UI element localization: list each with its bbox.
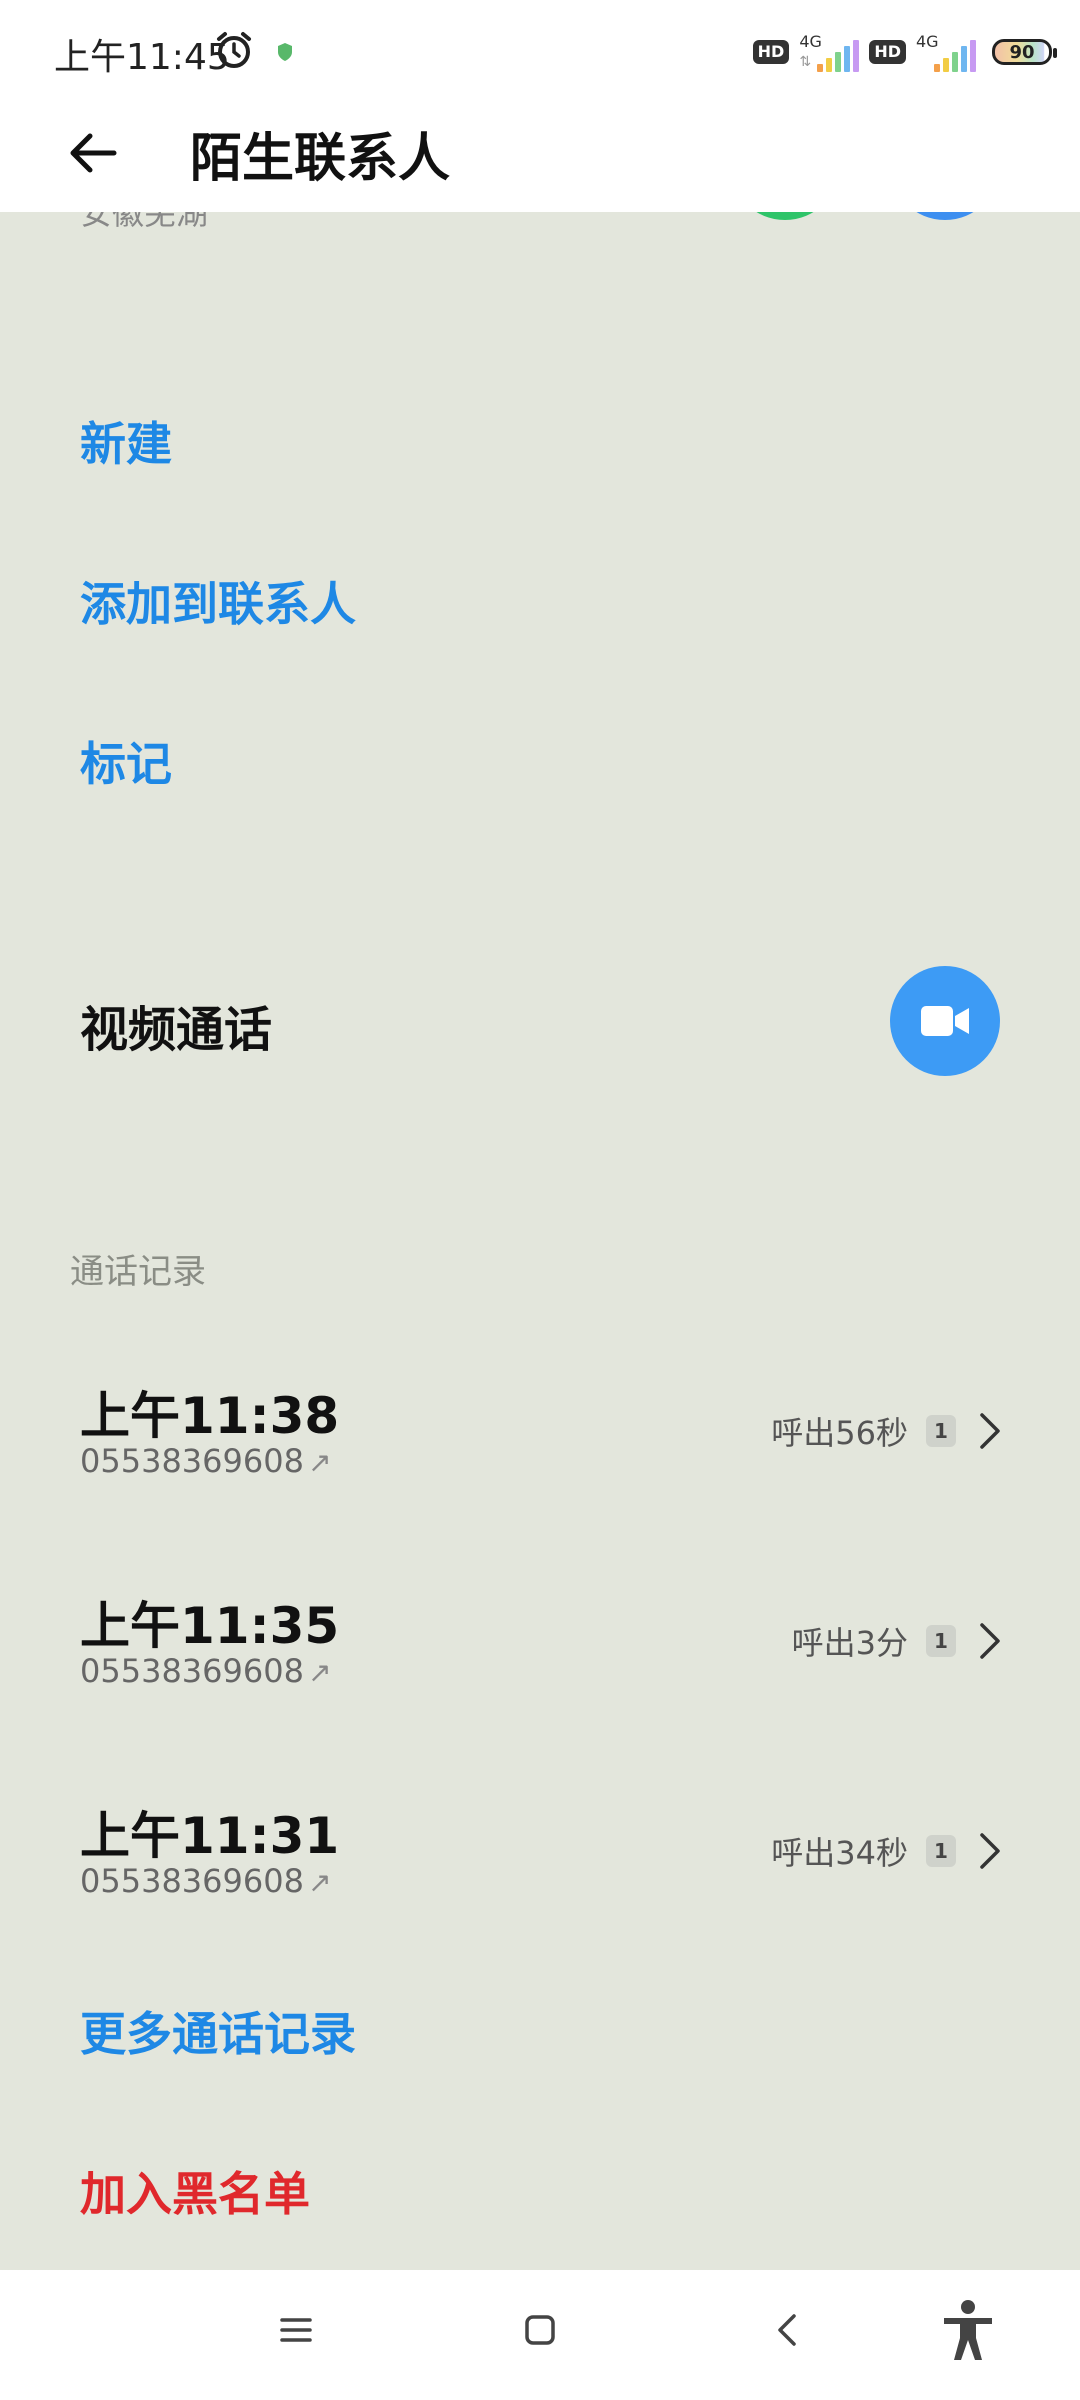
back-arrow-icon[interactable] (64, 124, 122, 182)
signal-sim1-icon: 4G ⇅ (799, 32, 860, 72)
call-log-item[interactable]: 上午11:31 05538369608 ↗ 呼出34秒 1 (0, 1796, 1080, 1956)
back-icon[interactable] (770, 2310, 806, 2350)
chevron-right-icon[interactable] (974, 1411, 1004, 1451)
signal-sim2-icon: 4G (916, 32, 976, 72)
call-number: 05538369608 ↗ (80, 1652, 332, 1690)
video-call-label: 视频通话 (80, 1002, 273, 1058)
call-duration: 呼出34秒 (771, 1834, 908, 1872)
battery-level: 90 (1009, 41, 1035, 63)
shield-icon (278, 43, 292, 61)
hd-badge-sim1: HD (752, 40, 790, 64)
home-icon[interactable] (522, 2310, 558, 2350)
hd-badge-sim2: HD (869, 40, 906, 64)
menu-icon[interactable] (278, 2310, 314, 2350)
sim-badge: 1 (926, 1835, 956, 1867)
call-time: 上午11:38 (80, 1387, 340, 1445)
status-bar: 上午11:45 HD 4G ⇅ HD 4G 90 (0, 0, 1080, 100)
call-time: 上午11:35 (80, 1597, 340, 1655)
navigation-bar (0, 2270, 1080, 2400)
mark-button[interactable]: 标记 (80, 728, 172, 794)
call-duration: 呼出3分 (791, 1624, 908, 1662)
alarm-icon (217, 32, 251, 68)
outgoing-arrow-icon: ↗ (307, 1446, 332, 1479)
accessibility-icon[interactable] (938, 2298, 998, 2362)
more-call-log-button[interactable]: 更多通话记录 (80, 1998, 356, 2064)
new-contact-button[interactable]: 新建 (80, 408, 172, 474)
video-call-button[interactable] (890, 966, 1000, 1076)
add-to-contacts-button[interactable]: 添加到联系人 (80, 568, 356, 634)
sim-badge: 1 (926, 1415, 956, 1447)
status-indicators: HD 4G ⇅ HD 4G 90 (752, 30, 1057, 74)
outgoing-arrow-icon: ↗ (307, 1656, 332, 1689)
call-number: 05538369608 ↗ (80, 1442, 332, 1480)
video-camera-icon (921, 1006, 969, 1036)
add-to-blacklist-button[interactable]: 加入黑名单 (80, 2158, 310, 2224)
call-log-item[interactable]: 上午11:35 05538369608 ↗ 呼出3分 1 (0, 1586, 1080, 1746)
sim-badge: 1 (926, 1625, 956, 1657)
battery-icon: 90 (992, 39, 1057, 65)
app-bar: 陌生联系人 (0, 100, 1080, 212)
call-number: 05538369608 ↗ (80, 1862, 332, 1900)
call-duration: 呼出56秒 (771, 1414, 908, 1452)
call-time: 上午11:31 (80, 1807, 340, 1865)
call-log-item[interactable]: 上午11:38 05538369608 ↗ 呼出56秒 1 (0, 1376, 1080, 1536)
chevron-right-icon[interactable] (974, 1621, 1004, 1661)
status-time: 上午11:45 (54, 37, 230, 78)
call-log-header: 通话记录 (70, 1252, 206, 1292)
page-title: 陌生联系人 (190, 129, 451, 189)
chevron-right-icon[interactable] (974, 1831, 1004, 1871)
outgoing-arrow-icon: ↗ (307, 1866, 332, 1899)
